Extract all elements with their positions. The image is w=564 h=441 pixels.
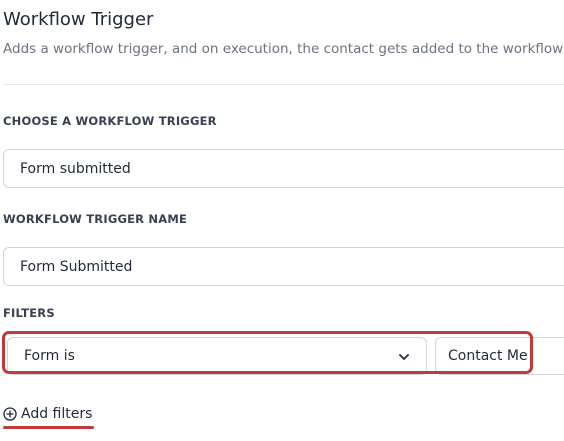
add-filters-highlight <box>3 426 94 429</box>
trigger-select-value: Form submitted <box>20 160 131 177</box>
plus-circle-icon <box>3 407 17 421</box>
add-filters-button[interactable]: Add filters <box>3 404 92 424</box>
filter-field-select[interactable]: Form is <box>7 337 427 375</box>
add-filters-label: Add filters <box>21 406 93 422</box>
trigger-select[interactable]: Form submitted <box>3 149 564 188</box>
page-subtitle: Adds a workflow trigger, and on executio… <box>3 41 564 57</box>
filter-field-value: Form is <box>24 348 75 364</box>
header-divider <box>3 84 564 85</box>
filters-label: FILTERS <box>3 306 55 320</box>
trigger-name-input[interactable]: Form Submitted <box>3 247 564 286</box>
workflow-trigger-panel: Workflow Trigger Adds a workflow trigger… <box>0 0 564 441</box>
filter-value-select[interactable]: Contact Me <box>435 337 564 375</box>
filter-value-text: Contact Me <box>448 348 528 364</box>
chevron-down-icon <box>399 354 409 360</box>
trigger-select-label: CHOOSE A WORKFLOW TRIGGER <box>3 114 217 128</box>
trigger-name-label: WORKFLOW TRIGGER NAME <box>3 212 188 226</box>
trigger-name-value: Form Submitted <box>20 258 133 275</box>
page-title: Workflow Trigger <box>3 9 154 30</box>
